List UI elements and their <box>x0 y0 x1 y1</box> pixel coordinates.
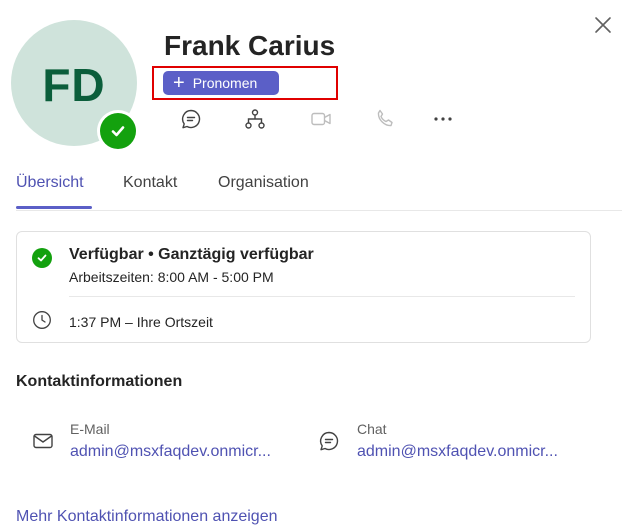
clock-icon <box>33 311 51 329</box>
video-call-icon <box>311 112 331 126</box>
chat-label: Chat <box>357 421 387 437</box>
add-pronouns-label: Pronomen <box>192 75 258 91</box>
chat-button[interactable] <box>178 106 204 132</box>
phone-call-button[interactable] <box>372 106 398 132</box>
mail-icon <box>33 433 53 449</box>
phone-call-icon <box>377 109 393 127</box>
chat-link[interactable]: admin@msxfaqdev.onmicr... <box>357 443 558 461</box>
chat-icon <box>181 109 201 129</box>
work-hours: Arbeitszeiten: 8:00 AM - 5:00 PM <box>69 269 274 285</box>
card-divider <box>69 296 575 297</box>
show-more-contact-info-link[interactable]: Mehr Kontaktinformationen anzeigen <box>16 508 278 526</box>
active-tab-indicator <box>16 206 92 209</box>
add-pronouns-button[interactable]: + Pronomen <box>163 71 279 95</box>
more-options-icon <box>434 117 452 121</box>
availability-status: Verfügbar • Ganztägig verfügbar <box>69 246 314 263</box>
local-time: 1:37 PM – Ihre Ortszeit <box>69 314 213 330</box>
checkmark-icon <box>111 126 125 137</box>
avatar-initials: FD <box>42 59 106 111</box>
email-label: E-Mail <box>70 421 110 437</box>
chat-icon <box>319 431 339 451</box>
more-options-button[interactable] <box>430 106 456 132</box>
video-call-button[interactable] <box>308 106 334 132</box>
presence-badge <box>97 110 139 152</box>
contact-info-heading: Kontaktinformationen <box>16 373 183 390</box>
available-status-icon <box>32 248 52 268</box>
plus-icon: + <box>173 72 185 94</box>
org-chart-icon <box>245 109 265 129</box>
tabs-divider <box>16 210 622 211</box>
profile-name: Frank Carius <box>164 30 336 61</box>
checkmark-icon <box>37 254 47 262</box>
email-link[interactable]: admin@msxfaqdev.onmicr... <box>70 443 271 461</box>
tab-organisation[interactable]: Organisation <box>218 174 309 192</box>
presence-available-indicator <box>100 113 136 149</box>
avatar-container: FD <box>11 20 139 152</box>
close-icon <box>595 17 611 33</box>
org-chart-button[interactable] <box>242 106 268 132</box>
tab-contact[interactable]: Kontakt <box>123 174 177 192</box>
status-card: Verfügbar • Ganztägig verfügbar Arbeitsz… <box>16 231 591 343</box>
tab-overview[interactable]: Übersicht <box>16 174 84 192</box>
close-button[interactable] <box>592 14 614 36</box>
